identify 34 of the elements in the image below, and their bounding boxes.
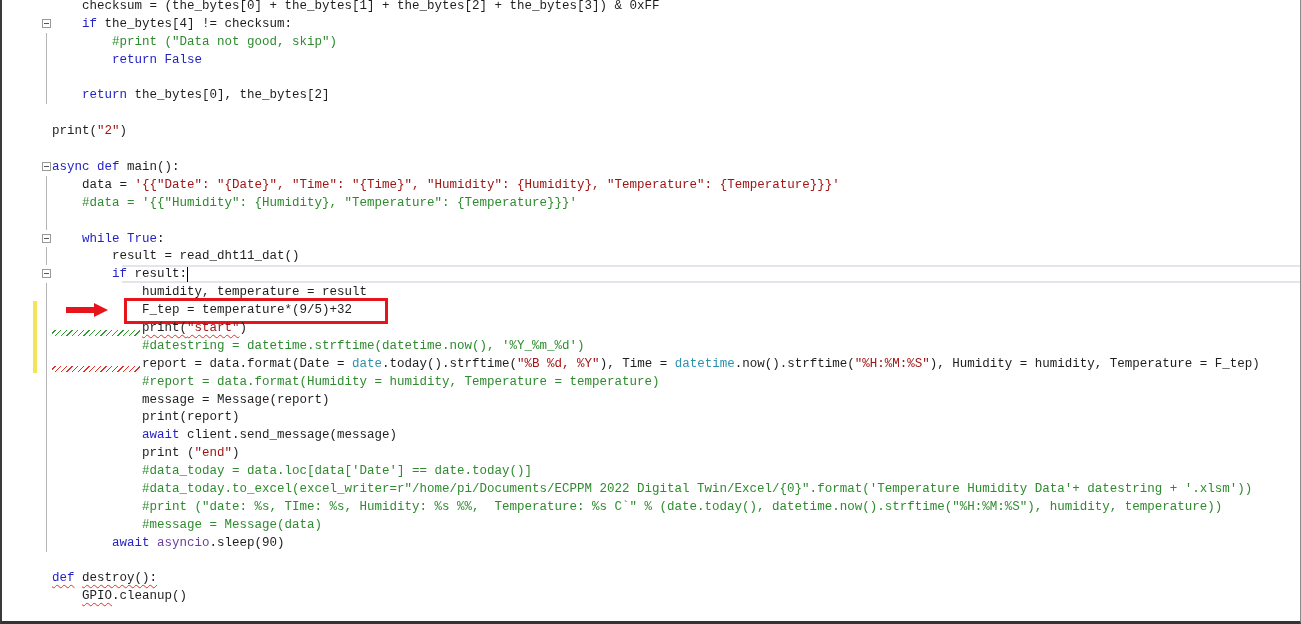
collapse-icon[interactable]	[42, 233, 51, 243]
code-line: #print ("Data not good, skip")	[111, 34, 338, 49]
code-line: #data = '{{"Humidity": {Humidity}, "Temperature": {Temperature}}}'	[81, 195, 578, 210]
code-line: #print ("date: %s, TIme: %s, Humidity: %s %%, Temperature: %s C`" % (date.today(), datetime.now().strftime("%H:%M:%S"), humidity, temperature))	[141, 499, 1223, 514]
code-line: #datestring = datetime.strftime(datetime.now(), '%Y_%m_%d')	[141, 338, 585, 353]
code-line: print("2")	[52, 124, 128, 139]
collapse-icon[interactable]	[42, 269, 51, 279]
code-line: await client.send_message(message)	[141, 428, 398, 443]
code-line: return False	[111, 52, 203, 67]
code-line: checksum = (the_bytes[0] + the_bytes[1] + the_bytes[2] + the_bytes[3]) & 0xFF	[81, 0, 660, 13]
code-line: #data_today = data.loc[data['Date'] == date.today()]	[141, 464, 533, 479]
code-line: humidity, temperature = result	[141, 285, 368, 300]
text-cursor	[187, 266, 189, 282]
code-line: report = data.format(Date = date.today().strftime("%B %d, %Y"), Time = datetime.now().strftime("%H:%M:%S"), Humidity = humidity, Temperature = F_tep)	[141, 356, 1260, 371]
code-line: print(report)	[141, 410, 240, 425]
code-line: F_tep = temperature*(9/5)+32	[141, 303, 353, 318]
code-line: #report = data.format(Humidity = humidity, Temperature = temperature)	[141, 374, 660, 389]
code-line: async def main():	[52, 159, 180, 174]
code-line: while True:	[81, 231, 165, 246]
code-line: def destroy():	[52, 571, 158, 586]
collapse-icon[interactable]	[42, 18, 51, 28]
code-line: await asyncio.sleep(90)	[111, 535, 285, 550]
code-line: #message = Message(data)	[141, 517, 323, 532]
code-line: if result:	[111, 267, 188, 282]
code-line: message = Message(report)	[141, 392, 330, 407]
code-line: return the_bytes[0], the_bytes[2]	[81, 88, 330, 103]
code-line: data = '{{"Date": "{Date}", "Time": "{Time}", "Humidity": {Humidity}, "Temperature": {Temperature}}}'	[81, 177, 840, 192]
code-line: GPIO.cleanup()	[81, 589, 188, 604]
code-line: print ("end")	[141, 446, 240, 461]
code-line: #data_today.to_excel(excel_writer=r"/home/pi/Documents/ECPPM 2022 Digital Twin/Excel/{0}".format('Temperature Humidity Data'+ datestring + '.xlsm'))	[141, 482, 1253, 496]
collapse-icon[interactable]	[42, 162, 51, 171]
code-line: result = read_dht11_dat()	[111, 249, 300, 264]
code-line: if the_bytes[4] != checksum:	[81, 16, 293, 31]
code-line: print("start")	[141, 320, 248, 335]
